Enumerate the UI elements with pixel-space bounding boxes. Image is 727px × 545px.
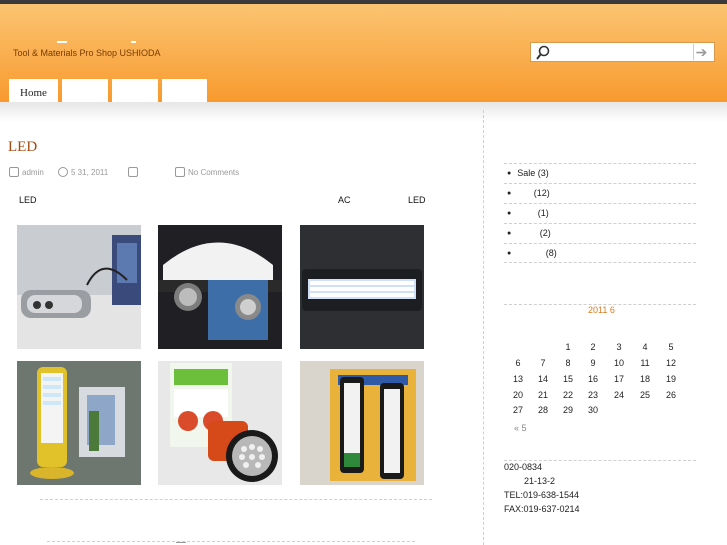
category-item[interactable]: (8) <box>507 248 557 258</box>
calendar-day: 13 <box>512 374 523 384</box>
post-date-text: 5 31, 2011 <box>71 167 109 177</box>
post-text-right: LED <box>408 195 426 205</box>
post-title[interactable]: LED <box>8 139 37 156</box>
product-photo-5[interactable] <box>158 361 282 485</box>
category-separator <box>504 183 696 184</box>
calendar-day: 23 <box>587 390 598 400</box>
site-logo-mark-2 <box>131 41 136 43</box>
calendar-day: 26 <box>665 390 676 400</box>
post-text-left: LED <box>19 195 37 205</box>
post-author-name[interactable]: admin <box>22 168 44 177</box>
calendar-title: 2011 6 <box>588 305 615 315</box>
calendar-day: 27 <box>512 405 523 415</box>
post-date: 5 31, 2011 <box>58 167 108 177</box>
calendar-day: 1 <box>565 342 571 352</box>
address-street: 21-13-2 <box>524 476 556 486</box>
post-author: admin <box>9 167 44 177</box>
product-photo-4[interactable] <box>17 361 141 485</box>
post-divider-2 <box>47 541 415 542</box>
category-separator <box>504 243 696 244</box>
post-divider <box>40 499 432 500</box>
product-photo-3[interactable] <box>300 225 424 349</box>
calendar-day: 19 <box>665 374 676 384</box>
category-list-bottom <box>504 262 696 263</box>
clock-icon <box>58 167 68 177</box>
category-separator <box>504 223 696 224</box>
calendar-day: 12 <box>665 358 676 368</box>
calendar-day: 11 <box>640 358 650 368</box>
address-postal: 020-0834 <box>504 462 543 472</box>
address-fax: FAX:019-637-0214 <box>504 504 580 514</box>
product-photo-6[interactable] <box>300 361 424 485</box>
calendar-day: 29 <box>562 405 573 415</box>
site-tagline: Tool & Materials Pro Shop USHIODA <box>13 48 161 58</box>
sidebar-divider <box>483 110 484 545</box>
user-icon <box>9 167 19 177</box>
search-icon[interactable] <box>534 45 552 61</box>
search-box: ➔ <box>530 42 715 62</box>
calendar-day: 18 <box>639 374 650 384</box>
header-shadow <box>0 102 727 122</box>
calendar-day: 5 <box>668 342 674 352</box>
search-submit-button[interactable]: ➔ <box>693 44 709 60</box>
address-tel: TEL:019-638-1544 <box>504 490 580 500</box>
category-separator <box>504 203 696 204</box>
calendar-day: 9 <box>590 358 596 368</box>
calendar-day: 28 <box>537 405 548 415</box>
calendar-prev-link[interactable]: « 5 <box>514 423 527 433</box>
calendar-day: 15 <box>562 374 573 384</box>
category-item[interactable]: Sale (3) <box>507 168 549 178</box>
search-input[interactable] <box>555 45 685 59</box>
site-header: Tool & Materials Pro Shop USHIODA ➔ Home <box>0 4 727 106</box>
calendar-day: 24 <box>613 390 624 400</box>
post-text-mid: AC <box>338 195 351 205</box>
comment-icon <box>175 167 185 177</box>
calendar-day: 8 <box>565 358 571 368</box>
calendar-day: 17 <box>613 374 624 384</box>
category-list-top <box>504 163 696 164</box>
product-photo-1[interactable] <box>17 225 141 349</box>
calendar-day: 30 <box>587 405 598 415</box>
calendar-day: 22 <box>562 390 573 400</box>
calendar-day: 21 <box>537 390 548 400</box>
calendar-day: 3 <box>616 342 622 352</box>
address-divider <box>504 460 696 461</box>
site-logo-mark-1 <box>57 41 67 43</box>
calendar-day: 2 <box>590 342 596 352</box>
post-category <box>128 167 141 177</box>
calendar-day: 4 <box>642 342 648 352</box>
calendar-day: 6 <box>515 358 521 368</box>
calendar-day: 7 <box>540 358 546 368</box>
post-comments-link[interactable]: No Comments <box>188 168 239 177</box>
category-item[interactable]: (12) <box>507 188 550 198</box>
calendar-day: 14 <box>537 374 548 384</box>
product-photo-2[interactable] <box>158 225 282 349</box>
calendar-day: 10 <box>613 358 624 368</box>
category-item[interactable]: (1) <box>507 208 549 218</box>
calendar-day: 20 <box>512 390 523 400</box>
post-nav-mark <box>176 542 186 543</box>
calendar-day: 16 <box>587 374 598 384</box>
folder-icon <box>128 167 138 177</box>
calendar-day: 25 <box>639 390 650 400</box>
category-item[interactable]: (2) <box>507 228 551 238</box>
post-comments: No Comments <box>175 167 239 177</box>
